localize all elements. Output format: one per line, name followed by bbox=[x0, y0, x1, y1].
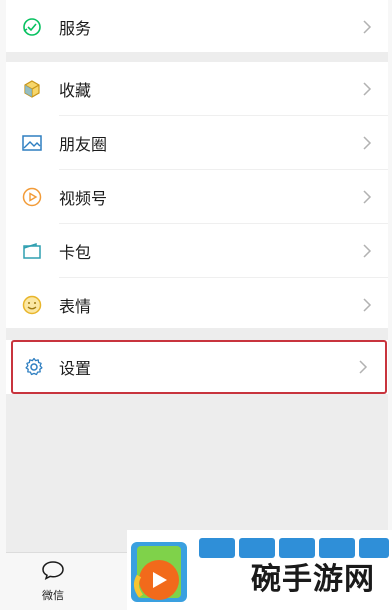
settings-group: 设置 bbox=[6, 340, 388, 394]
chevron-right-icon bbox=[362, 243, 372, 258]
card-wallet-icon bbox=[20, 239, 44, 263]
moments-image-icon bbox=[20, 131, 44, 155]
chevron-right-icon bbox=[362, 189, 372, 204]
page-edge-right bbox=[388, 0, 392, 610]
menu-item-label: 收藏 bbox=[59, 80, 92, 100]
menu-item-label: 朋友圈 bbox=[59, 134, 108, 154]
site-watermark: 碗手游网 bbox=[127, 530, 392, 610]
menu-item-services[interactable]: 服务 bbox=[6, 0, 388, 53]
chevron-right-icon bbox=[362, 135, 372, 150]
menu-item-settings[interactable]: 设置 bbox=[6, 340, 388, 394]
chevron-right-icon bbox=[358, 360, 368, 374]
sticker-smile-icon bbox=[20, 293, 44, 317]
menu-item-label: 服务 bbox=[59, 18, 92, 38]
channels-play-icon bbox=[20, 185, 44, 209]
menu-item-label: 视频号 bbox=[59, 188, 108, 208]
menu-item-moments[interactable]: 朋友圈 bbox=[6, 116, 388, 169]
favorites-cube-icon bbox=[20, 77, 44, 101]
me-page: 服务 收藏 朋友圈 视频号 卡包 表情 设置 微信 碗手游网 bbox=[0, 0, 392, 610]
chevron-right-icon bbox=[362, 297, 372, 312]
features-group: 收藏 朋友圈 视频号 卡包 表情 bbox=[6, 62, 388, 328]
watermark-text: 碗手游网 bbox=[251, 562, 375, 597]
gear-icon bbox=[22, 355, 46, 379]
menu-item-favorites[interactable]: 收藏 bbox=[6, 62, 388, 115]
menu-item-label: 设置 bbox=[59, 359, 92, 378]
menu-item-stickers[interactable]: 表情 bbox=[6, 278, 388, 331]
services-icon bbox=[20, 15, 44, 39]
chevron-right-icon bbox=[362, 19, 372, 34]
tab-chats[interactable]: 微信 bbox=[18, 559, 88, 603]
chat-bubble-icon bbox=[40, 559, 66, 585]
services-group: 服务 bbox=[6, 0, 388, 52]
menu-item-cards[interactable]: 卡包 bbox=[6, 224, 388, 277]
tab-label: 微信 bbox=[42, 589, 64, 602]
watermark-logo-icon bbox=[129, 536, 189, 606]
chevron-right-icon bbox=[362, 81, 372, 96]
menu-item-channels[interactable]: 视频号 bbox=[6, 170, 388, 223]
menu-item-label: 表情 bbox=[59, 296, 92, 316]
menu-item-label: 卡包 bbox=[59, 242, 92, 262]
